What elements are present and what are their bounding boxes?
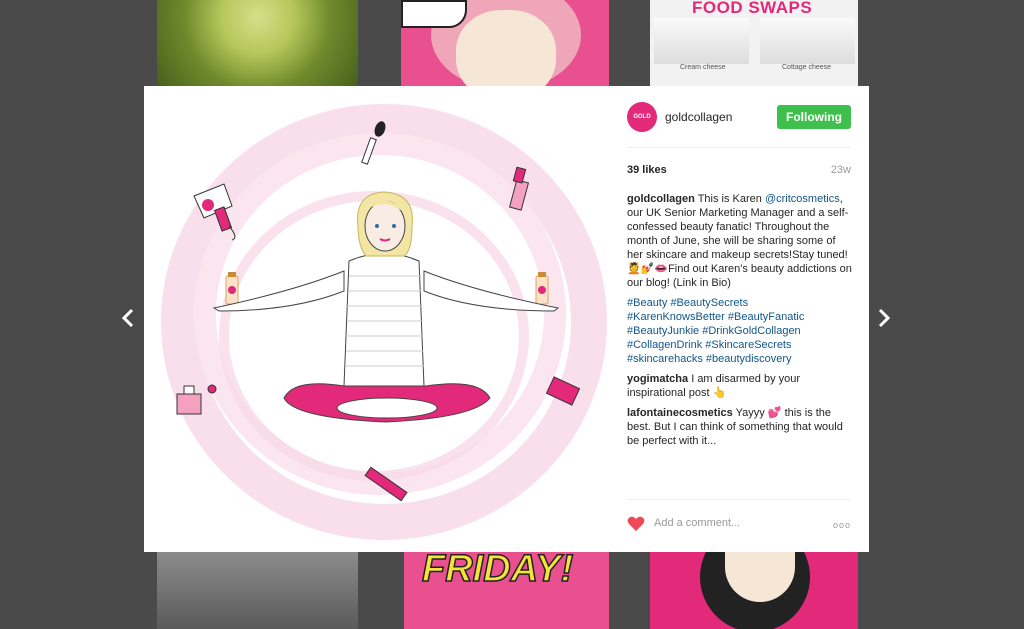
hashtag-link[interactable]: #BeautySecrets	[670, 297, 748, 309]
background-tile-food-swaps[interactable]: FOOD SWAPS Cream cheese Cottage cheese	[650, 0, 858, 86]
chevron-left-icon[interactable]	[115, 305, 141, 331]
post-age[interactable]: 23w	[831, 164, 851, 176]
cottage-cheese-image	[760, 18, 855, 64]
hashtag-link[interactable]: #skincarehacks	[627, 353, 703, 365]
comment: yogimatcha I am disarmed by your inspira…	[627, 372, 853, 400]
caption-text-after: , our UK Senior Marketing Manager and a …	[627, 193, 852, 289]
background-tile-kiwi[interactable]	[157, 0, 358, 86]
chevron-right-icon[interactable]	[871, 305, 897, 331]
food-swaps-title: FOOD SWAPS	[692, 0, 813, 17]
username[interactable]: goldcollagen	[665, 110, 732, 124]
avatar[interactable]: GOLD COLLAGEN	[627, 102, 661, 150]
cottage-cheese-label: Cottage cheese	[782, 64, 832, 71]
add-comment-bar: ooo	[627, 516, 851, 534]
hashtag-link[interactable]: #CollagenDrink	[627, 339, 702, 351]
mention-link[interactable]: @critcosmetics	[765, 193, 840, 205]
background-tile-bottom-right[interactable]	[650, 552, 858, 629]
divider	[627, 147, 851, 148]
hashtag-list: #Beauty #BeautySecrets #KarenKnowsBetter…	[627, 296, 853, 366]
post-modal: GOLD COLLAGEN goldcollagen Following 39 …	[144, 86, 869, 552]
collagen-bottle-right	[535, 272, 549, 305]
cream-cheese-image	[654, 18, 749, 64]
background-tile-friday[interactable]: FRIDAY!	[404, 552, 609, 629]
comment: lafontainecosmetics Yayyy 💕 this is the …	[627, 406, 853, 448]
heart-icon[interactable]	[627, 516, 645, 532]
divider	[627, 499, 851, 500]
hashtag-link[interactable]: #BeautyFanatic	[728, 311, 804, 323]
comic-face	[456, 10, 556, 86]
caption-text-before: This is Karen	[697, 193, 762, 205]
more-options-icon[interactable]: ooo	[833, 520, 851, 530]
hashtag-link[interactable]: #SkincareSecrets	[705, 339, 791, 351]
hashtag-link[interactable]: #Beauty	[627, 297, 667, 309]
hashtag-link[interactable]: #KarenKnowsBetter	[627, 311, 725, 323]
caption-author[interactable]: goldcollagen	[627, 193, 695, 205]
hashtag-link[interactable]: #beautydiscovery	[706, 353, 792, 365]
background-tile-comic-woman[interactable]	[401, 0, 609, 86]
hashtag-link[interactable]: #BeautyJunkie	[627, 325, 699, 337]
friday-text: FRIDAY!	[421, 552, 574, 591]
post-sidebar: GOLD COLLAGEN goldcollagen Following 39 …	[610, 86, 869, 552]
caption: goldcollagen This is Karen @critcosmetic…	[627, 192, 853, 290]
comment-author[interactable]: lafontainecosmetics	[627, 407, 733, 419]
cream-cheese-label: Cream cheese	[680, 64, 726, 71]
likes-count[interactable]: 39 likes	[627, 164, 667, 176]
following-button[interactable]: Following	[777, 105, 851, 129]
post-photo[interactable]	[144, 86, 610, 552]
comments-section: goldcollagen This is Karen @critcosmetic…	[627, 192, 853, 454]
collagen-bottle-left	[225, 272, 239, 305]
page: { "background": { "top_right_title": "FO…	[0, 0, 1024, 629]
post-header: GOLD COLLAGEN goldcollagen Following	[627, 102, 851, 150]
speech-bubble	[401, 0, 467, 28]
background-tile-bottom-left[interactable]	[157, 552, 358, 629]
hashtag-link[interactable]: #DrinkGoldCollagen	[702, 325, 800, 337]
comment-author[interactable]: yogimatcha	[627, 373, 688, 385]
add-comment-input[interactable]	[654, 517, 804, 529]
